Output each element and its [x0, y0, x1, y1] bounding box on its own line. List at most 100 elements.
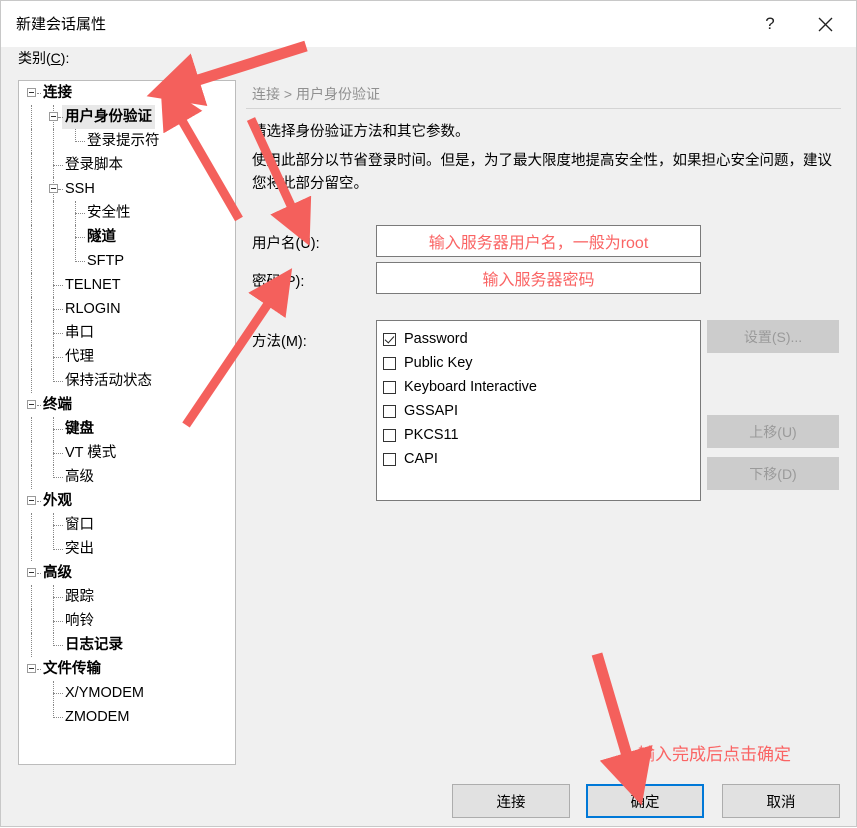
tree-item[interactable]: 跟踪	[19, 585, 235, 609]
method-label: 方法(M):	[252, 334, 307, 350]
tree-expander-icon[interactable]	[27, 664, 36, 673]
settings-button[interactable]: 设置(S)...	[707, 320, 839, 353]
method-item-label: CAPI	[404, 451, 438, 467]
tree-item[interactable]: 文件传输	[19, 657, 235, 681]
tree-item[interactable]: 安全性	[19, 201, 235, 225]
tree-guide-line	[53, 285, 63, 287]
tree-item[interactable]: 保持活动状态	[19, 369, 235, 393]
tree-item[interactable]: 外观	[19, 489, 235, 513]
tree-guide-line	[75, 237, 85, 239]
tree-item[interactable]: X/YMODEM	[19, 681, 235, 705]
method-item[interactable]: PKCS11	[383, 423, 700, 447]
tree-guide-line	[53, 453, 63, 455]
move-down-button[interactable]: 下移(D)	[707, 457, 839, 490]
tree-guide-line	[53, 249, 55, 273]
tree-item[interactable]: 终端	[19, 393, 235, 417]
category-tree[interactable]: 连接 用户身份验证 登录提示符登录脚本 SSH 安全性 隧道 SFTP TELNET RLOGI…	[18, 80, 236, 765]
checkbox-icon[interactable]	[383, 356, 396, 370]
tree-item-label: X/YMODEM	[65, 685, 144, 701]
tree-guide-line	[53, 525, 63, 527]
password-input[interactable]: 输入服务器密码	[376, 262, 701, 294]
tree-item[interactable]: 响铃	[19, 609, 235, 633]
tree-item[interactable]: 高级	[19, 465, 235, 489]
tree-guide-line	[31, 345, 33, 369]
tree-guide-line	[31, 441, 33, 465]
tree-expander-icon[interactable]	[27, 400, 36, 409]
method-list[interactable]: Password Public Key Keyboard Interactive GS…	[376, 320, 701, 501]
tree-item[interactable]: 登录脚本	[19, 153, 235, 177]
tree-guide-line	[53, 429, 63, 431]
tree-guide-line	[37, 405, 41, 407]
tree-item[interactable]: 日志记录	[19, 633, 235, 657]
dialog-window: 新建会话属性 ? 类别(C): 连接 用户身份验证 登录提示符 登录脚本 SSH 安全性隧…	[0, 0, 857, 827]
tree-item[interactable]: TELNET	[19, 273, 235, 297]
method-item-label: GSSAPI	[404, 403, 458, 419]
tree-item[interactable]: 突出	[19, 537, 235, 561]
tree-item-label: 高级	[43, 565, 72, 581]
tree-item-label: 登录脚本	[65, 157, 123, 173]
tree-item[interactable]: SSH	[19, 177, 235, 201]
tree-expander-icon[interactable]	[27, 496, 36, 505]
checkbox-icon[interactable]	[383, 404, 396, 418]
tree-item[interactable]: SFTP	[19, 249, 235, 273]
tree-item[interactable]: 连接	[19, 81, 235, 105]
tree-guide-line	[31, 273, 33, 297]
tree-guide-line	[59, 117, 63, 119]
checkbox-icon[interactable]	[383, 380, 396, 394]
tree-item[interactable]: 用户身份验证	[19, 105, 235, 129]
method-item-label: Public Key	[404, 355, 473, 371]
tree-item-label: 外观	[43, 493, 72, 509]
tree-item-label: 键盘	[65, 421, 94, 437]
tree-item[interactable]: ZMODEM	[19, 705, 235, 729]
checkbox-icon[interactable]	[383, 428, 396, 442]
tree-item[interactable]: 串口	[19, 321, 235, 345]
tree-item-label: 窗口	[65, 517, 94, 533]
category-label-accesskey: C	[50, 50, 61, 66]
tree-item[interactable]: 代理	[19, 345, 235, 369]
tree-item[interactable]: 窗口	[19, 513, 235, 537]
annotation-bottom-note: 输入完成后点击确定	[638, 745, 791, 764]
tree-guide-line	[53, 597, 63, 599]
tree-item[interactable]: VT 模式	[19, 441, 235, 465]
tree-guide-line	[53, 477, 63, 479]
tree-guide-line	[31, 249, 33, 273]
method-item[interactable]: Keyboard Interactive	[383, 375, 700, 399]
tree-expander-icon[interactable]	[49, 184, 58, 193]
method-item[interactable]: CAPI	[383, 447, 700, 471]
tree-guide-line	[31, 417, 33, 441]
tree-guide-line	[31, 513, 33, 537]
checkbox-icon[interactable]	[383, 452, 396, 466]
tree-guide-line	[53, 693, 63, 695]
method-item[interactable]: GSSAPI	[383, 399, 700, 423]
tree-expander-icon[interactable]	[49, 112, 58, 121]
tree-item-label: VT 模式	[65, 445, 117, 461]
help-icon[interactable]: ?	[747, 1, 793, 47]
ok-button[interactable]: 确定	[586, 784, 704, 818]
username-input[interactable]: 输入服务器用户名，一般为root	[376, 225, 701, 257]
checkbox-checked-icon[interactable]	[383, 332, 396, 346]
username-input-value: 输入服务器用户名，一般为root	[428, 235, 649, 252]
tree-expander-icon[interactable]	[27, 568, 36, 577]
move-up-button[interactable]: 上移(U)	[707, 415, 839, 448]
connect-button[interactable]: 连接	[452, 784, 570, 818]
method-item[interactable]: Public Key	[383, 351, 700, 375]
cancel-button[interactable]: 取消	[722, 784, 840, 818]
tree-item-label: ZMODEM	[65, 709, 130, 725]
method-item[interactable]: Password	[383, 327, 700, 351]
tree-item[interactable]: 隧道	[19, 225, 235, 249]
tree-item[interactable]: 高级	[19, 561, 235, 585]
tree-item[interactable]: RLOGIN	[19, 297, 235, 321]
intro-text-line2: 使用此部分以节省登录时间。但是，为了最大限度地提高安全性，如果担心安全问题，建议…	[252, 153, 832, 192]
tree-item-label: 文件传输	[43, 661, 101, 677]
tree-guide-line	[31, 633, 33, 657]
tree-item-label: 串口	[65, 325, 94, 341]
tree-item[interactable]: 键盘	[19, 417, 235, 441]
tree-item[interactable]: 登录提示符	[19, 129, 235, 153]
tree-guide-line	[37, 501, 41, 503]
tree-expander-icon[interactable]	[27, 88, 36, 97]
category-label: 类别(C):	[18, 48, 69, 68]
method-item-label: Password	[404, 331, 468, 347]
password-input-value: 输入服务器密码	[482, 272, 595, 289]
tree-item-label: RLOGIN	[65, 301, 121, 317]
close-icon[interactable]	[802, 1, 848, 47]
